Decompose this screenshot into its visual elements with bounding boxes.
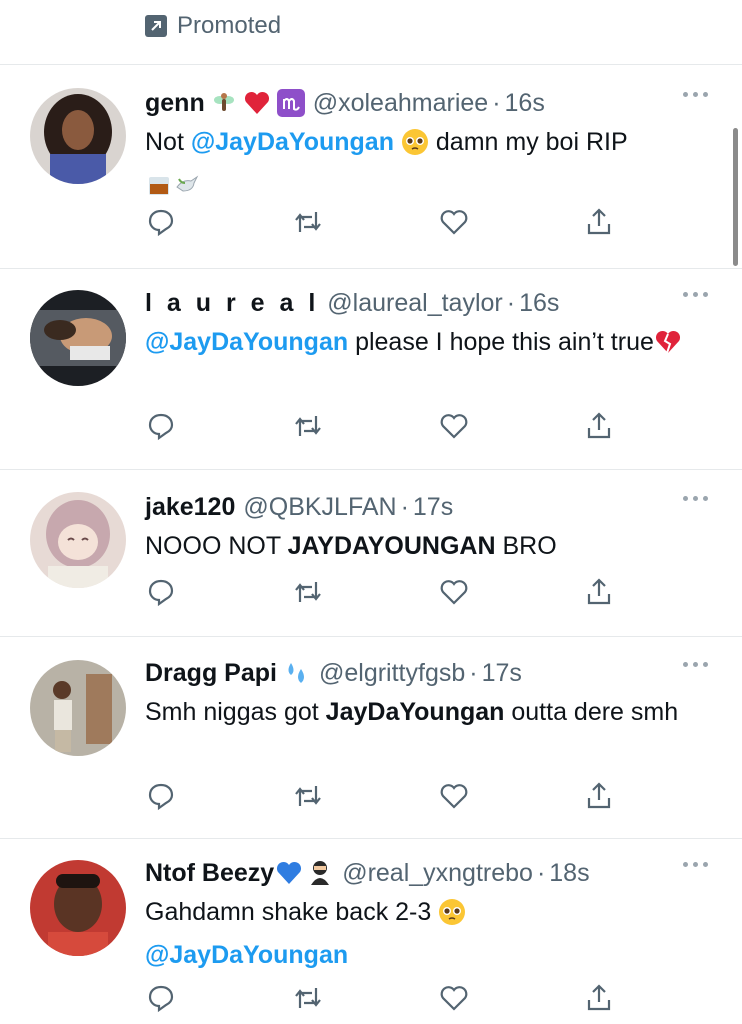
handle[interactable]: @laureal_taylor (327, 289, 502, 318)
timestamp[interactable]: 17s (413, 493, 453, 522)
tweet[interactable]: l a u r e a l @laureal_taylor · 16s @Jay… (0, 288, 742, 468)
handle[interactable]: @elgrittyfgsb (319, 659, 465, 688)
divider (0, 64, 742, 65)
divider (0, 838, 742, 839)
tweet-text: Smh niggas got JayDaYoungan outta dere s… (145, 698, 679, 726)
promoted-text: Promoted (177, 12, 282, 39)
display-name[interactable]: jake120 (145, 493, 235, 522)
like-icon[interactable] (438, 206, 470, 238)
pleading-face-emoji (401, 128, 429, 167)
tweet-text: @JayDaYoungan please I hope this ain’t t… (145, 324, 705, 367)
reply-icon[interactable] (145, 982, 177, 1014)
share-icon[interactable] (583, 410, 615, 442)
ninja-emoji (306, 859, 334, 887)
display-name[interactable]: Dragg Papi (145, 659, 277, 688)
more-options-icon[interactable] (683, 292, 708, 297)
like-icon[interactable] (438, 576, 470, 608)
virgo-emoji (276, 89, 305, 117)
share-icon[interactable] (583, 576, 615, 608)
tweet-actions (145, 982, 615, 1016)
display-name[interactable]: l a u r e a l (145, 289, 319, 318)
tweet-header: Ntof Beezy @real_yxngtrebo · 18s (145, 858, 590, 888)
tweet-actions (145, 206, 615, 240)
handle[interactable]: @xoleahmariee (313, 89, 488, 118)
pleading-face-emoji (438, 898, 466, 937)
reply-icon[interactable] (145, 780, 177, 812)
display-name[interactable]: Ntof Beezy (145, 859, 274, 888)
share-icon[interactable] (583, 982, 615, 1014)
mention-link[interactable]: @JayDaYoungan (145, 328, 348, 356)
tweet-header: Dragg Papi @elgrittyfgsb · 17s (145, 658, 522, 688)
retweet-icon[interactable] (292, 982, 324, 1014)
tweet[interactable]: genn @xoleahmariee · 16s Not @JayDaYoung… (0, 88, 742, 268)
tweet-text: Gahdamn shake back 2-3 @JayDaYoungan (145, 894, 705, 974)
mention-link[interactable]: @JayDaYoungan (145, 941, 348, 969)
tweet-header: genn @xoleahmariee · 16s (145, 88, 545, 118)
more-options-icon[interactable] (683, 92, 708, 97)
timestamp[interactable]: 18s (549, 859, 589, 888)
more-options-icon[interactable] (683, 662, 708, 667)
tweet-actions (145, 410, 615, 444)
retweet-icon[interactable] (292, 576, 324, 608)
scrollbar[interactable] (733, 128, 738, 266)
tweet-actions (145, 576, 615, 610)
like-icon[interactable] (438, 780, 470, 812)
timestamp[interactable]: 17s (482, 659, 522, 688)
retweet-icon[interactable] (292, 780, 324, 812)
avatar[interactable] (30, 660, 126, 756)
fairy-emoji (211, 90, 237, 116)
tweet[interactable]: Ntof Beezy @real_yxngtrebo · 18s Gahdamn… (0, 858, 742, 1024)
share-icon[interactable] (583, 206, 615, 238)
tweet[interactable]: jake120 @QBKJLFAN · 17s NOOO NOT JAYDAYO… (0, 492, 742, 636)
retweet-icon[interactable] (292, 206, 324, 238)
promoted-label-row: Promoted (145, 12, 281, 40)
avatar[interactable] (30, 860, 126, 956)
avatar[interactable] (30, 290, 126, 386)
display-name[interactable]: genn (145, 89, 205, 118)
reply-icon[interactable] (145, 576, 177, 608)
divider (0, 636, 742, 637)
like-icon[interactable] (438, 410, 470, 442)
tweet-header: l a u r e a l @laureal_taylor · 16s (145, 288, 560, 318)
red-heart-emoji (243, 90, 271, 116)
retweet-icon[interactable] (292, 410, 324, 442)
mention-link[interactable]: @JayDaYoungan (191, 128, 394, 156)
handle[interactable]: @real_yxngtrebo (342, 859, 533, 888)
timestamp[interactable]: 16s (519, 289, 559, 318)
whiskey-glass-emoji (145, 171, 173, 210)
tweet-text: NOOO NOT JAYDAYOUNGAN BRO (145, 532, 557, 560)
avatar[interactable] (30, 88, 126, 184)
dove-emoji (173, 171, 201, 210)
promoted-arrow-icon (145, 15, 167, 37)
handle[interactable]: @QBKJLFAN (243, 493, 396, 522)
tweet-header: jake120 @QBKJLFAN · 17s (145, 492, 454, 522)
divider (0, 469, 742, 470)
sweat-droplets-emoji (283, 659, 311, 687)
like-icon[interactable] (438, 982, 470, 1014)
more-options-icon[interactable] (683, 496, 708, 501)
reply-icon[interactable] (145, 410, 177, 442)
reply-icon[interactable] (145, 206, 177, 238)
broken-heart-emoji (654, 328, 682, 367)
share-icon[interactable] (583, 780, 615, 812)
tweet-actions (145, 780, 615, 814)
divider (0, 268, 742, 269)
tweet-text: Not @JayDaYoungan damn my boi RIP (145, 124, 705, 210)
tweet[interactable]: Dragg Papi @elgrittyfgsb · 17s Smh nigga… (0, 658, 742, 838)
avatar[interactable] (30, 492, 126, 588)
blue-heart-emoji (274, 859, 304, 887)
timestamp[interactable]: 16s (505, 89, 545, 118)
more-options-icon[interactable] (683, 862, 708, 867)
